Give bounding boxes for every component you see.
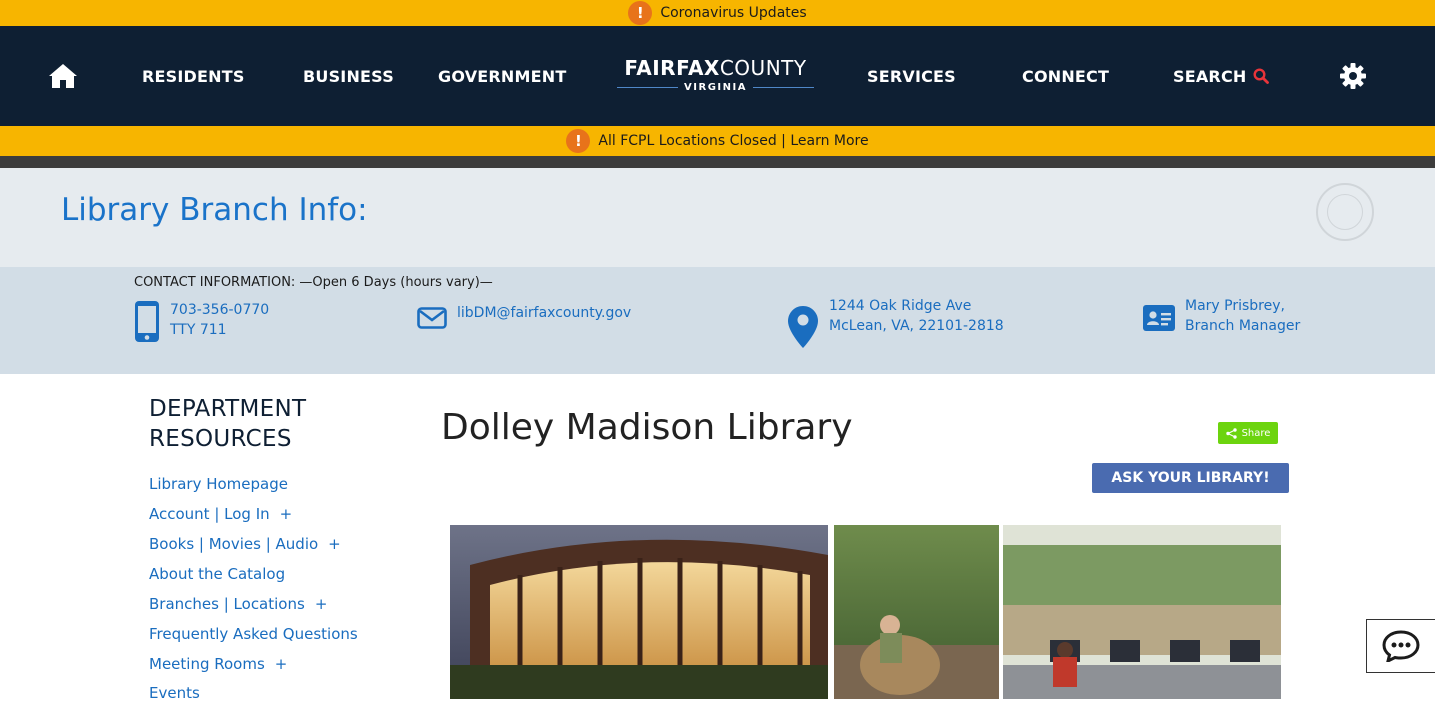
settings-button[interactable]	[1339, 26, 1367, 126]
logo-rule-right	[752, 87, 815, 88]
exterior-photo	[450, 525, 828, 699]
nav-search[interactable]: SEARCH	[1173, 26, 1269, 126]
branch-info-header: Library Branch Info:	[0, 168, 1435, 267]
contact-address: 1244 Oak Ridge Ave McLean, VA, 22101-281…	[787, 298, 1004, 349]
gear-icon	[1340, 63, 1366, 89]
sidebar-item-label: Library Homepage	[149, 475, 288, 493]
nav-search-label: SEARCH	[1173, 66, 1247, 86]
sidebar-item-library-homepage[interactable]: Library Homepage	[149, 475, 298, 493]
contact-phone: 703-356-0770 TTY 711	[134, 300, 269, 343]
chat-bubble-icon	[1382, 630, 1420, 662]
phone-text-block: 703-356-0770 TTY 711	[170, 300, 269, 340]
share-button[interactable]: Share	[1218, 422, 1278, 444]
computer-lab-photo	[1003, 525, 1281, 699]
envelope-icon	[417, 307, 447, 329]
sidebar-item-label: Meeting Rooms	[149, 655, 265, 673]
sidebar-title-line2: RESOURCES	[149, 426, 292, 452]
chat-widget-button[interactable]	[1366, 619, 1435, 673]
county-seal-inner-ring	[1327, 194, 1363, 230]
exclamation-icon: !	[628, 1, 653, 25]
sidebar-item-label: Frequently Asked Questions	[149, 625, 358, 643]
logo-bold-text: FAIRFAX	[624, 56, 720, 80]
logo-wordmark: FAIRFAXCOUNTY	[617, 56, 814, 80]
home-button[interactable]	[48, 26, 78, 126]
nav-services[interactable]: SERVICES	[867, 26, 956, 126]
contact-info-label: CONTACT INFORMATION: —Open 6 Days (hours…	[134, 275, 493, 290]
fcpl-closed-alert-text[interactable]: All FCPL Locations Closed | Learn More	[598, 133, 868, 149]
county-seal-icon	[1316, 183, 1374, 241]
nav-connect[interactable]: CONNECT	[1022, 26, 1109, 126]
tty-number-link[interactable]: TTY 711	[170, 320, 269, 340]
library-photos	[450, 525, 1281, 699]
logo-subline: VIRGINIA	[617, 82, 815, 93]
nav-residents[interactable]: RESIDENTS	[142, 26, 245, 126]
email-link[interactable]: libDM@fairfaxcounty.gov	[457, 303, 631, 323]
address-line-1: 1244 Oak Ridge Ave	[829, 298, 972, 314]
map-pin-icon	[788, 306, 818, 348]
sidebar-item-books-movies-audio[interactable]: Books | Movies | Audio +	[149, 535, 341, 553]
sidebar-item-label: Books | Movies | Audio	[149, 535, 319, 553]
sidebar-item-label: Branches | Locations	[149, 595, 305, 613]
main-navigation: RESIDENTS BUSINESS GOVERNMENT FAIRFAXCOU…	[0, 26, 1435, 126]
coronavirus-alert-bar[interactable]: ! Coronavirus Updates	[0, 0, 1435, 26]
department-resources-heading: DEPARTMENT RESOURCES	[149, 394, 306, 454]
share-icon	[1225, 427, 1237, 439]
contact-information-band: CONTACT INFORMATION: —Open 6 Days (hours…	[0, 267, 1435, 374]
sidebar-title-line1: DEPARTMENT	[149, 396, 307, 422]
fcpl-closed-alert-bar[interactable]: ! All FCPL Locations Closed | Learn More	[0, 126, 1435, 156]
expand-plus-icon[interactable]: +	[280, 505, 293, 523]
exclamation-icon: !	[566, 129, 591, 153]
home-icon	[49, 64, 77, 88]
manager-title: Branch Manager	[1185, 318, 1301, 334]
manager-name: Mary Prisbrey,	[1185, 298, 1285, 314]
sidebar-item-account-log-in[interactable]: Account | Log In +	[149, 505, 292, 523]
sidebar-item-branches-locations[interactable]: Branches | Locations +	[149, 595, 327, 613]
sidebar-item-meeting-rooms[interactable]: Meeting Rooms +	[149, 655, 287, 673]
sidebar-item-label: Account | Log In	[149, 505, 270, 523]
address-line-2: McLean, VA, 22101-2818	[829, 318, 1004, 334]
expand-plus-icon[interactable]: +	[315, 595, 328, 613]
address-link[interactable]: 1244 Oak Ridge Ave McLean, VA, 22101-281…	[829, 296, 1004, 336]
nav-government[interactable]: GOVERNMENT	[438, 26, 566, 126]
divider-strip	[0, 156, 1435, 168]
manager-link[interactable]: Mary Prisbrey, Branch Manager	[1185, 296, 1300, 336]
expand-plus-icon[interactable]: +	[328, 535, 341, 553]
mobile-phone-icon	[135, 301, 159, 342]
ask-your-library-button[interactable]: ASK YOUR LIBRARY!	[1092, 463, 1289, 493]
logo-state-text: VIRGINIA	[684, 82, 747, 93]
sidebar-item-label: About the Catalog	[149, 565, 286, 583]
search-icon	[1252, 68, 1269, 84]
page-title: Dolley Madison Library	[441, 407, 853, 448]
library-photo-collage	[450, 525, 1281, 699]
nav-business[interactable]: BUSINESS	[303, 26, 394, 126]
fairfax-county-logo[interactable]: FAIRFAXCOUNTY VIRGINIA	[617, 56, 815, 98]
sidebar-item-label: Events	[149, 684, 200, 702]
contact-manager: Mary Prisbrey, Branch Manager	[1143, 298, 1300, 336]
logo-rule-left	[617, 87, 679, 88]
phone-number-link[interactable]: 703-356-0770	[170, 300, 269, 320]
sidebar-item-about-the-catalog[interactable]: About the Catalog	[149, 565, 295, 583]
contact-email: libDM@fairfaxcounty.gov	[417, 305, 631, 329]
expand-plus-icon[interactable]: +	[275, 655, 288, 673]
id-card-icon	[1143, 305, 1175, 331]
coronavirus-alert-text[interactable]: Coronavirus Updates	[660, 5, 806, 21]
sidebar-item-faq[interactable]: Frequently Asked Questions	[149, 625, 368, 643]
sidebar-item-events[interactable]: Events	[149, 684, 210, 702]
logo-thin-text: COUNTY	[719, 56, 807, 80]
reading-area-photo	[834, 525, 999, 699]
branch-info-title: Library Branch Info:	[61, 192, 368, 228]
share-label: Share	[1241, 427, 1271, 439]
